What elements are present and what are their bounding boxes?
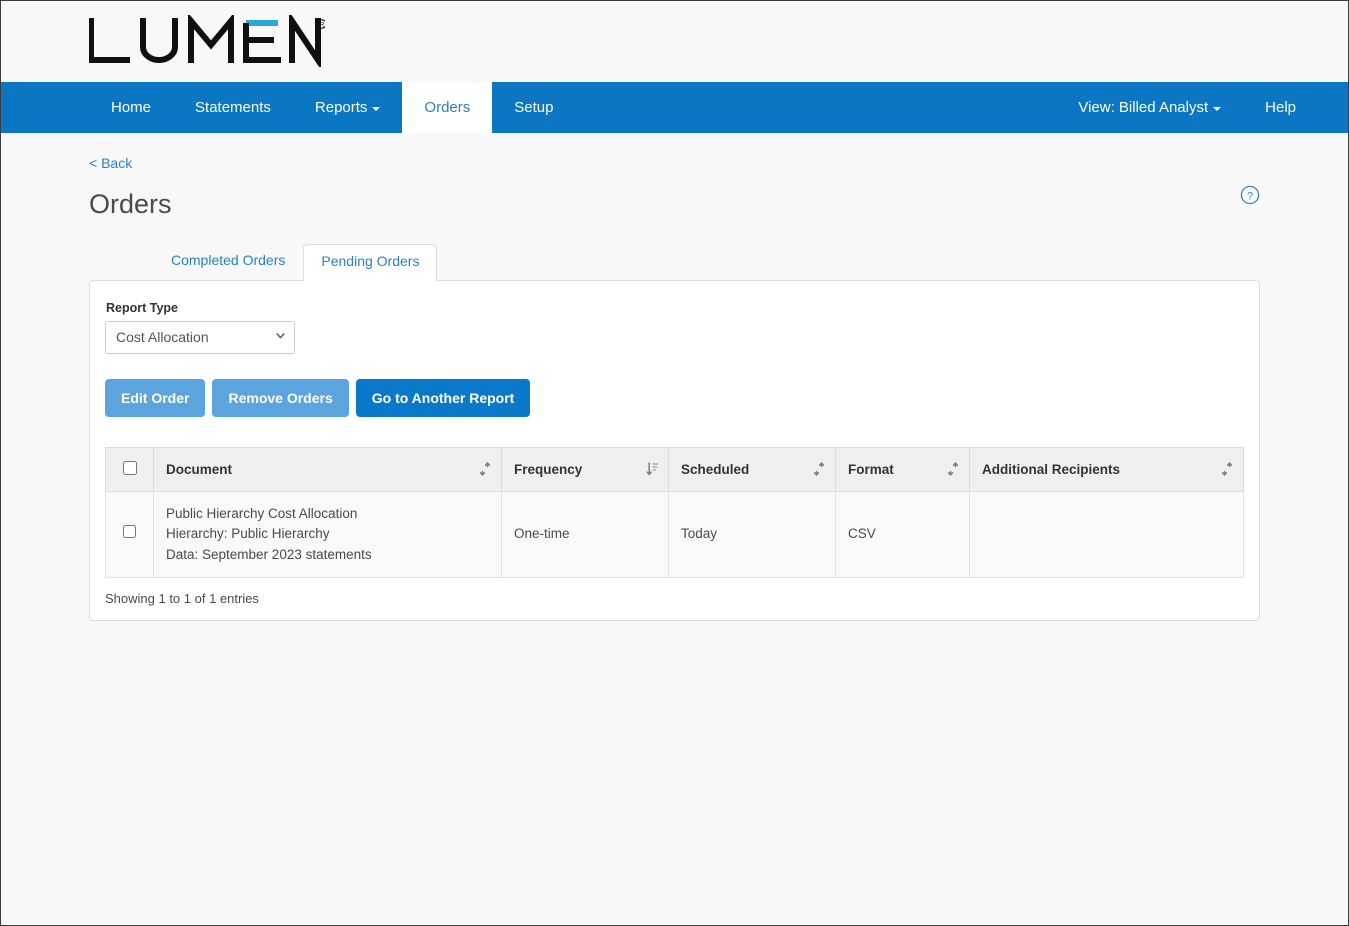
cell-document: Public Hierarchy Cost Allocation Hierarc… (153, 490, 502, 579)
table-row: Public Hierarchy Cost Allocation Hierarc… (105, 490, 1244, 579)
column-label: Document (166, 461, 233, 477)
back-link[interactable]: < Back (89, 155, 132, 171)
column-header-additional-recipients[interactable]: Additional Recipients (969, 446, 1244, 492)
nav-item-view-selector[interactable]: View: Billed Analyst (1056, 82, 1243, 133)
column-label: Additional Recipients (982, 461, 1121, 477)
column-header-format[interactable]: Format (835, 446, 970, 492)
nav-item-home[interactable]: Home (89, 82, 173, 133)
nav-item-label: Statements (195, 99, 271, 116)
cell-scheduled: Today (668, 490, 836, 579)
column-header-frequency[interactable]: Frequency (501, 446, 669, 492)
column-header-document[interactable]: Document (153, 446, 502, 492)
sort-both-icon (1221, 462, 1233, 476)
document-data-period: Data: September 2023 statements (166, 546, 372, 562)
svg-text:?: ? (1247, 190, 1253, 202)
nav-item-statements[interactable]: Statements (173, 82, 293, 133)
chevron-down-icon (372, 106, 381, 111)
select-all-checkbox[interactable] (122, 460, 137, 475)
nav-item-label: Help (1265, 99, 1296, 116)
report-type-select-wrapper: Cost Allocation (105, 320, 295, 354)
nav-item-label: Reports (314, 99, 368, 116)
question-circle-icon[interactable]: ? (1240, 185, 1260, 205)
column-label: Format (848, 461, 894, 477)
orders-tabs: Completed Orders Pending Orders (89, 243, 1260, 281)
main-navigation: Home Statements Reports Orders Setup Vie… (1, 82, 1348, 133)
order-action-buttons: Edit Order Remove Orders Go to Another R… (105, 378, 1244, 417)
nav-item-label: View: Billed Analyst (1078, 99, 1209, 116)
chevron-down-icon (1213, 106, 1222, 111)
sort-both-icon (813, 462, 825, 476)
sort-both-icon (479, 462, 491, 476)
nav-item-label: Setup (514, 99, 554, 116)
page-content: < Back Orders ? Completed Orders Pending… (1, 133, 1348, 622)
cell-additional-recipients (969, 490, 1244, 579)
nav-secondary-items: View: Billed Analyst Help (1056, 82, 1318, 133)
nav-primary-items: Home Statements Reports Orders Setup (89, 82, 575, 133)
sort-desc-icon (646, 462, 658, 476)
pending-orders-panel: Report Type Cost Allocation Edit Order R… (89, 279, 1260, 622)
tab-label: Pending Orders (321, 253, 420, 270)
logo-band: R (1, 1, 1348, 82)
table-entries-info: Showing 1 to 1 of 1 entries (105, 591, 259, 607)
document-hierarchy: Hierarchy: Public Hierarchy (166, 526, 330, 542)
page-title: Orders (89, 189, 172, 219)
edit-order-button[interactable]: Edit Order (105, 378, 206, 417)
tab-pending-orders[interactable]: Pending Orders (303, 244, 438, 281)
report-type-select[interactable]: Cost Allocation (105, 320, 295, 354)
orders-table-wrapper: Document Frequency Scheduled Format Addi… (105, 446, 1244, 607)
nav-item-label: Orders (424, 99, 471, 116)
nav-item-orders[interactable]: Orders (402, 82, 493, 133)
cell-frequency: One-time (501, 490, 669, 579)
document-title: Public Hierarchy Cost Allocation (166, 505, 358, 521)
cell-format: CSV (835, 490, 970, 579)
nav-item-reports[interactable]: Reports (293, 82, 403, 133)
column-label: Frequency (514, 461, 583, 477)
select-all-header (105, 446, 154, 492)
nav-item-label: Home (111, 99, 152, 116)
column-label: Scheduled (681, 461, 750, 477)
report-type-label: Report Type (106, 300, 178, 315)
column-header-scheduled[interactable]: Scheduled (668, 446, 836, 492)
table-header-row: Document Frequency Scheduled Format Addi… (105, 446, 1244, 492)
tab-label: Completed Orders (171, 252, 286, 269)
svg-text:R: R (320, 23, 325, 29)
sort-both-icon (947, 462, 959, 476)
remove-orders-button[interactable]: Remove Orders (212, 378, 349, 417)
lumen-logo: R (89, 15, 325, 67)
row-select-checkbox[interactable] (123, 525, 136, 539)
pending-orders-table: Document Frequency Scheduled Format Addi… (105, 446, 1244, 579)
nav-item-setup[interactable]: Setup (492, 82, 575, 133)
browser-page: R Home Statements Reports Orders Setup V… (0, 0, 1349, 926)
tab-completed-orders[interactable]: Completed Orders (153, 243, 303, 279)
nav-item-help[interactable]: Help (1243, 82, 1318, 133)
go-to-another-report-button[interactable]: Go to Another Report (355, 378, 531, 417)
row-select-cell (105, 490, 154, 579)
